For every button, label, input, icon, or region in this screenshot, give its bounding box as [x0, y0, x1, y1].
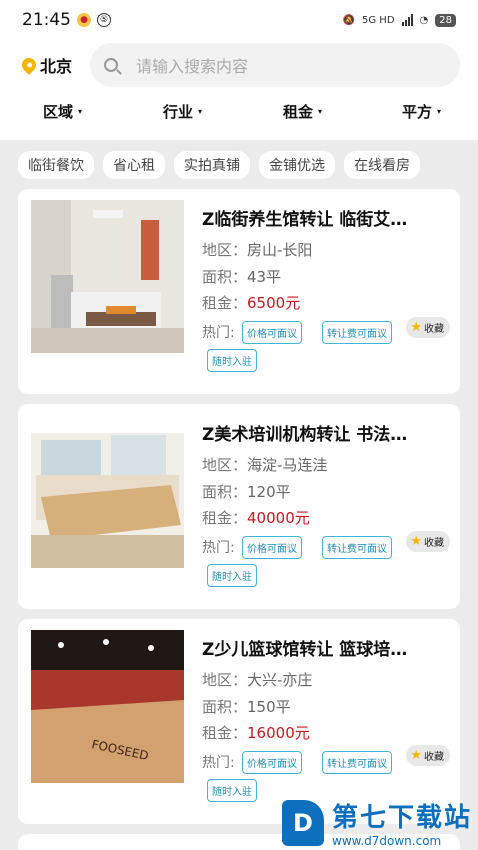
chevron-down-icon: ▾ — [198, 107, 203, 116]
weibo-icon: ● — [77, 13, 91, 27]
area-label: 面积： — [202, 483, 248, 501]
city-label: 北京 — [40, 57, 73, 76]
rent-label: 租金： — [202, 294, 248, 312]
filter-industry[interactable]: 行业 ▾ — [163, 101, 202, 122]
rent-row: 租金：6500元 — [202, 292, 300, 313]
rent-value: 6500元 — [247, 294, 301, 312]
filter-label: 平方 — [402, 103, 433, 121]
wifi-icon: ◔ — [419, 14, 429, 26]
watermark-url: www.d7down.com — [332, 834, 442, 848]
area-row: 面积：43平 — [202, 266, 281, 287]
filter-label: 行业 — [163, 103, 194, 121]
status-bar: 21:45 ● ⑤ 🔕 5G HD ◔ 28 — [0, 0, 478, 40]
area-row: 面积：120平 — [202, 481, 291, 502]
listing-title: Z临街养生馆转让 临街艾… — [202, 210, 408, 230]
area-value: 43平 — [247, 268, 282, 286]
chevron-down-icon: ▾ — [318, 107, 323, 116]
rent-label: 租金： — [202, 509, 248, 527]
favorite-label: 收藏 — [424, 538, 444, 549]
district-value: 大兴-亦庄 — [247, 671, 313, 689]
hot-label: 热门: — [202, 540, 235, 556]
search-placeholder: 请输入搜索内容 — [136, 57, 249, 76]
tag-chip[interactable]: 临街餐饮 — [18, 151, 94, 179]
filter-size[interactable]: 平方 ▾ — [402, 101, 441, 122]
hot-label: 热门: — [202, 755, 235, 771]
favorite-label: 收藏 — [424, 324, 444, 335]
watermark-text: 第七下载站 www.d7down.com — [332, 797, 472, 848]
favorite-button[interactable]: ★ 收藏 — [406, 745, 450, 766]
feature-chip: 随时入驻 — [207, 779, 257, 802]
chevron-down-icon: ▾ — [78, 107, 83, 116]
mute-icon: 🔕 — [342, 14, 356, 26]
tag-chip[interactable]: 在线看房 — [344, 151, 420, 179]
header: 北京 请输入搜索内容 — [0, 40, 478, 90]
filter-label: 区域 — [43, 103, 74, 121]
feature-chip: 价格可面议 — [242, 536, 302, 559]
district-row: 地区：海淀-马连洼 — [202, 454, 327, 475]
battery-icon: 28 — [435, 13, 456, 27]
tag-chip[interactable]: 省心租 — [103, 151, 165, 179]
watermark: D 第七下载站 www.d7down.com — [282, 797, 472, 848]
favorite-label: 收藏 — [424, 752, 444, 763]
favorite-button[interactable]: ★ 收藏 — [406, 317, 450, 338]
city-selector[interactable]: 北京 — [19, 53, 90, 77]
watermark-title: 第七下载站 — [332, 803, 473, 833]
star-icon: ★ — [410, 534, 422, 549]
status-left: 21:45 ● ⑤ — [22, 10, 111, 30]
star-icon: ★ — [410, 320, 422, 335]
district-value: 房山-长阳 — [247, 241, 313, 259]
rent-row: 租金：40000元 — [202, 507, 310, 528]
search-icon — [104, 58, 118, 72]
district-value: 海淀-马连洼 — [247, 456, 328, 474]
filter-rent[interactable]: 租金 ▾ — [283, 101, 322, 122]
notification-icon: ⑤ — [97, 13, 111, 27]
listing-photo — [31, 200, 184, 353]
filter-label: 租金 — [283, 103, 314, 121]
feature-chip: 随时入驻 — [207, 564, 257, 587]
hot-label: 热门: — [202, 325, 235, 341]
clock: 21:45 — [22, 10, 71, 30]
feature-chip: 转让费可面议 — [322, 536, 392, 559]
location-pin-icon — [19, 55, 39, 75]
district-row: 地区：大兴-亦庄 — [202, 669, 312, 690]
rent-row: 租金：16000元 — [202, 722, 310, 743]
listing-card[interactable]: Z临街养生馆转让 临街艾… 地区：房山-长阳 面积：43平 租金：6500元 热… — [18, 189, 460, 394]
listing-photo — [31, 415, 184, 568]
listing-title: Z少儿篮球馆转让 篮球培… — [202, 640, 408, 660]
area-row: 面积：150平 — [202, 696, 291, 717]
status-right: 🔕 5G HD ◔ 28 — [342, 13, 456, 27]
listing-card[interactable]: FOOSEED Z少儿篮球馆转让 篮球培… 地区：大兴-亦庄 面积：150平 租… — [18, 619, 460, 824]
star-icon: ★ — [410, 748, 422, 763]
area-value: 150平 — [247, 698, 291, 716]
watermark-logo: D — [282, 799, 324, 846]
district-row: 地区：房山-长阳 — [202, 239, 312, 260]
network-label: 5G HD — [362, 14, 395, 26]
feature-chip: 随时入驻 — [207, 349, 257, 372]
tag-chip[interactable]: 金铺优选 — [259, 151, 335, 179]
feature-chip: 转让费可面议 — [322, 321, 392, 344]
listing-title: Z美术培训机构转让 书法… — [202, 425, 408, 445]
tag-chip[interactable]: 实拍真铺 — [174, 151, 250, 179]
feature-chip: 价格可面议 — [242, 321, 302, 344]
quick-tags: 临街餐饮 省心租 实拍真铺 金铺优选 在线看房 — [18, 151, 420, 179]
listing-photo: FOOSEED — [31, 630, 184, 783]
district-label: 地区： — [202, 241, 248, 259]
search-input[interactable]: 请输入搜索内容 — [90, 43, 460, 87]
rent-label: 租金： — [202, 724, 248, 742]
chevron-down-icon: ▾ — [437, 107, 442, 116]
filter-bar: 区域 ▾ 行业 ▾ 租金 ▾ 平方 ▾ — [0, 90, 478, 140]
filter-region[interactable]: 区域 ▾ — [43, 101, 82, 122]
feature-chip: 价格可面议 — [242, 751, 302, 774]
area-label: 面积： — [202, 268, 248, 286]
signal-icon — [401, 14, 413, 26]
district-label: 地区： — [202, 671, 248, 689]
area-value: 120平 — [247, 483, 291, 501]
feature-chip: 转让费可面议 — [322, 751, 392, 774]
favorite-button[interactable]: ★ 收藏 — [406, 531, 450, 552]
rent-value: 40000元 — [247, 509, 310, 527]
rent-value: 16000元 — [247, 724, 310, 742]
district-label: 地区： — [202, 456, 248, 474]
listing-card[interactable]: Z美术培训机构转让 书法… 地区：海淀-马连洼 面积：120平 租金：40000… — [18, 404, 460, 609]
area-label: 面积： — [202, 698, 248, 716]
